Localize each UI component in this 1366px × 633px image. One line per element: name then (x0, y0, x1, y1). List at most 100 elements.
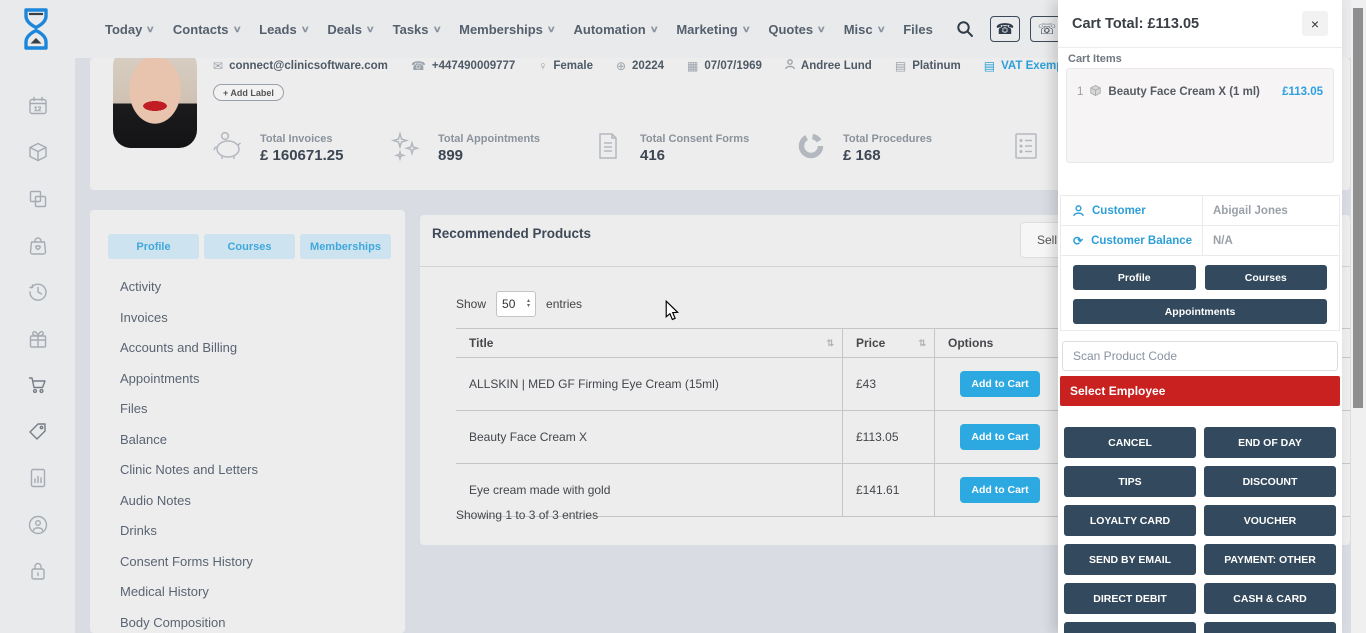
stat-total-consent-forms: Total Consent Forms416 (590, 128, 749, 169)
contact-menu-item[interactable]: Drinks (120, 516, 258, 547)
product-price-cell: £113.05 (843, 411, 935, 464)
profile-button[interactable]: Profile (1073, 265, 1196, 290)
customer-box: Customer Abigail Jones ⟳Customer Balance… (1060, 195, 1340, 331)
menu-item[interactable]: Quotes∨ (768, 22, 824, 37)
select-employee-button[interactable]: Select Employee (1060, 376, 1340, 406)
clinicsoftware-logo[interactable] (16, 7, 56, 56)
history-clock-icon[interactable] (27, 281, 49, 303)
add-to-cart-button[interactable]: Add to Cart (960, 477, 1040, 503)
menu-item[interactable]: Leads∨ (259, 22, 308, 37)
gift-icon[interactable] (27, 328, 49, 350)
menu-item[interactable]: Automation∨ (574, 22, 658, 37)
contact-menu-list: ActivityInvoicesAccounts and BillingAppo… (120, 272, 258, 633)
column-header-price[interactable]: Price⇅ (843, 329, 935, 358)
contact-menu-item[interactable]: Body Composition (120, 608, 258, 633)
contact-menu-item[interactable]: Balance (120, 425, 258, 456)
gender-icon: ♀ (538, 59, 547, 73)
contact-menu-item[interactable]: Clinic Notes and Letters (120, 455, 258, 486)
add-to-cart-button[interactable]: Add to Cart (960, 424, 1040, 450)
scan-product-code-input[interactable] (1062, 341, 1338, 371)
pending-list-icon (1008, 128, 1044, 169)
contact-phone[interactable]: ☎+447490009777 (411, 59, 515, 73)
contact-menu-item[interactable]: Activity (120, 272, 258, 303)
package-icon (1089, 84, 1102, 100)
contact-menu-item[interactable]: Audio Notes (120, 486, 258, 517)
menu-item[interactable]: Today∨ (105, 22, 154, 37)
appointments-button[interactable]: Appointments (1073, 299, 1327, 324)
shopping-bag-icon[interactable] (27, 235, 49, 257)
cart-action-button[interactable]: DISCOUNT (1204, 466, 1336, 497)
customer-balance-value: N/A (1203, 226, 1339, 255)
contact-email[interactable]: ✉connect@clinicsoftware.com (213, 59, 388, 73)
cart-action-button[interactable]: CASH & CARD (1204, 583, 1336, 614)
cart-item[interactable]: 1 Beauty Face Cream X (1 ml) £113.05 (1077, 84, 1323, 100)
chevron-down-icon: ∨ (232, 24, 241, 35)
contact-menu-item[interactable]: Medical History (120, 577, 258, 608)
cart-icon[interactable] (27, 374, 49, 396)
contact-tab[interactable]: Profile (108, 234, 199, 259)
stat-total-invoices: Total Invoices£ 160671.25 (210, 128, 343, 169)
customer-label[interactable]: Customer (1061, 196, 1203, 225)
cart-action-button[interactable] (1064, 622, 1196, 633)
product-title-cell: Beauty Face Cream X (456, 411, 843, 464)
contact-menu-item[interactable]: Files (120, 394, 258, 425)
cart-action-button[interactable]: END OF DAY (1204, 427, 1336, 458)
products-title: Recommended Products (432, 226, 591, 241)
menu-item[interactable]: Deals∨ (327, 22, 373, 37)
package-cube-icon[interactable] (27, 141, 49, 163)
consent-document-icon (590, 128, 626, 169)
customer-balance-label[interactable]: ⟳Customer Balance (1061, 226, 1203, 255)
stat-total-procedures: Total Procedures£ 168 (793, 128, 932, 169)
user-circle-icon[interactable] (27, 514, 49, 536)
cart-action-button[interactable]: CANCEL (1064, 427, 1196, 458)
person-icon (785, 59, 795, 73)
phone-call-button[interactable]: ☎ (990, 16, 1020, 42)
add-label-button[interactable]: + Add Label (213, 84, 284, 101)
contact-tab[interactable]: Memberships (300, 234, 391, 259)
calendar-icon[interactable]: 12 (27, 95, 49, 117)
chevron-down-icon: ∨ (817, 24, 826, 35)
menu-item[interactable]: Memberships∨ (459, 22, 554, 37)
contact-code: ⊕20224 (616, 59, 664, 73)
customer-nav-buttons: Profile Courses Appointments (1061, 256, 1339, 333)
copy-pages-icon[interactable] (27, 188, 49, 210)
cart-action-button[interactable]: LOYALTY CARD (1064, 505, 1196, 536)
contact-menu-item[interactable]: Consent Forms History (120, 547, 258, 578)
main-menu: Today∨ Contacts∨ Leads∨ Deals∨ Tasks∨ Me… (105, 0, 938, 58)
chevron-down-icon: ∨ (366, 24, 375, 35)
entries-label: entries (546, 297, 582, 311)
menu-item[interactable]: Tasks∨ (393, 22, 441, 37)
chevron-down-icon: ∨ (146, 24, 155, 35)
report-document-icon[interactable] (27, 467, 49, 489)
scrollbar-thumb[interactable] (1353, 8, 1363, 408)
cart-action-button[interactable] (1204, 622, 1336, 633)
contact-menu-item[interactable]: Accounts and Billing (120, 333, 258, 364)
scrollbar-track[interactable] (1351, 0, 1366, 633)
add-to-cart-button[interactable]: Add to Cart (960, 371, 1040, 397)
column-header-title[interactable]: Title⇅ (456, 329, 843, 358)
menu-item[interactable]: Files (903, 22, 938, 37)
cart-action-button[interactable]: SEND BY EMAIL (1064, 544, 1196, 575)
cart-action-button[interactable]: TIPS (1064, 466, 1196, 497)
contact-menu-item[interactable]: Appointments (120, 364, 258, 395)
page-size-select[interactable]: 50▴▾ (496, 291, 536, 317)
tag-icon[interactable] (27, 421, 49, 443)
lock-icon[interactable] (27, 560, 49, 582)
close-icon[interactable]: × (1302, 11, 1328, 36)
cart-action-button[interactable]: DIRECT DEBIT (1064, 583, 1196, 614)
contact-menu-item[interactable]: Invoices (120, 303, 258, 334)
cart-action-button[interactable]: VOUCHER (1204, 505, 1336, 536)
contact-tab[interactable]: Courses (204, 234, 295, 259)
cart-action-button[interactable]: PAYMENT: OTHER (1204, 544, 1336, 575)
search-icon[interactable] (950, 16, 980, 42)
courses-button[interactable]: Courses (1205, 265, 1328, 290)
menu-item[interactable]: Misc∨ (844, 22, 885, 37)
cart-panel-header: Cart Total: £113.05 × (1058, 0, 1342, 48)
chevron-down-icon: ∨ (649, 24, 658, 35)
cart-item-price: £113.05 (1282, 86, 1323, 98)
customer-row: Customer Abigail Jones (1061, 196, 1339, 226)
menu-item[interactable]: Contacts∨ (173, 22, 240, 37)
chevron-down-icon: ∨ (547, 24, 556, 35)
customer-balance-row: ⟳Customer Balance N/A (1061, 226, 1339, 256)
menu-item[interactable]: Marketing∨ (676, 22, 749, 37)
